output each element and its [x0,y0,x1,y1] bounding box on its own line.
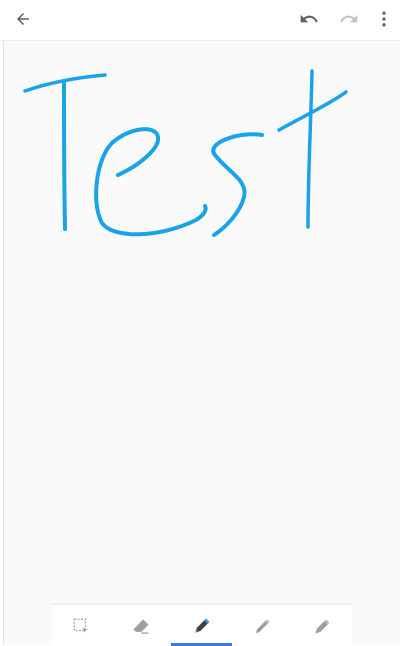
tool-highlighter[interactable] [292,605,352,646]
pen-icon [194,618,209,633]
stroke-t-stem [62,80,67,231]
drawing-tools-toolbar [51,604,352,646]
marker-icon [255,618,270,633]
tool-select[interactable] [51,605,111,646]
handwriting-strokes [23,69,348,237]
eraser-icon [133,618,149,634]
tool-pen[interactable] [171,605,232,646]
highlighter-icon [315,618,330,633]
stroke-t2-stem [306,69,314,229]
tool-eraser[interactable] [111,605,171,646]
lasso-select-icon [73,618,88,633]
stroke-e [94,127,208,237]
stroke-s [211,132,264,237]
tool-marker[interactable] [232,605,292,646]
